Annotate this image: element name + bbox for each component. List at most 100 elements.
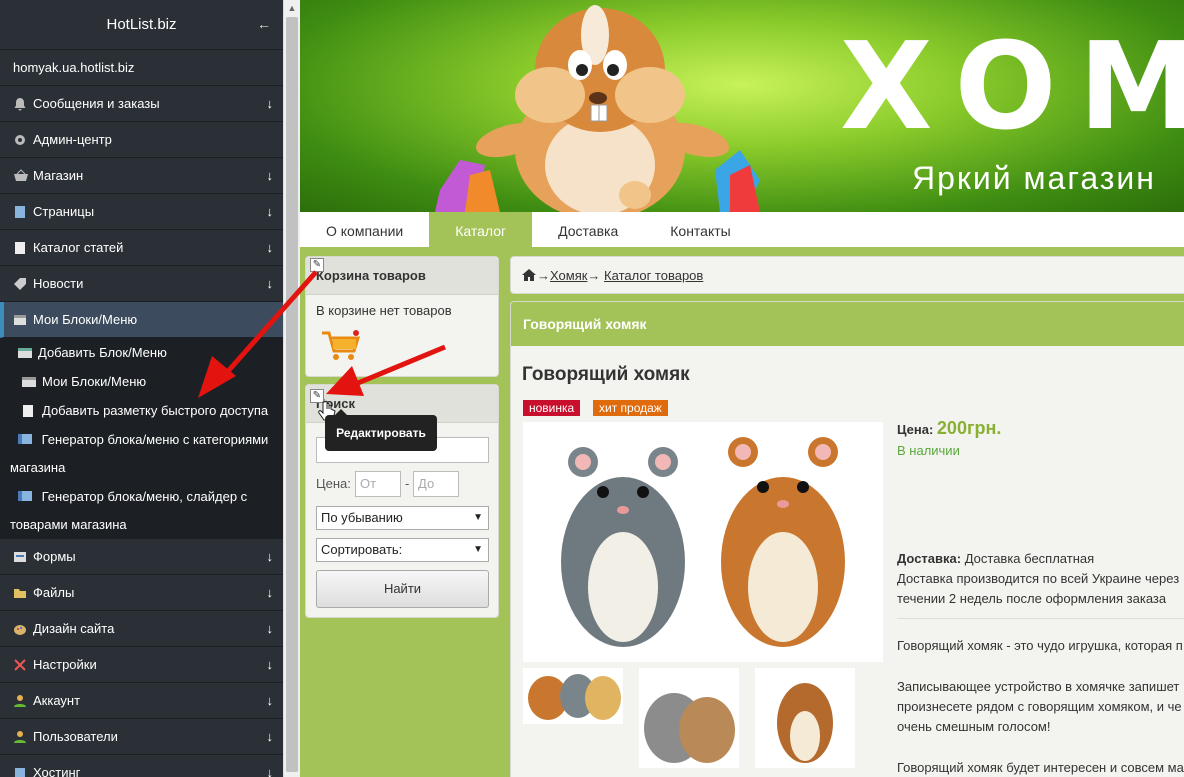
site-preview: ХОМ Яркий магазин О компании Каталог Дос…: [300, 0, 1184, 777]
expand-arrow-icon[interactable]: ↓: [267, 765, 274, 777]
nav-about[interactable]: О компании: [300, 212, 429, 250]
home-icon[interactable]: [521, 268, 537, 282]
expand-arrow-icon[interactable]: ↓: [267, 729, 274, 744]
sidebar-item-label: Хостинг: [33, 765, 81, 777]
sidebar-item-admin-center[interactable]: Админ-центр: [0, 122, 283, 158]
edit-pencil-icon[interactable]: ✎: [310, 258, 324, 272]
price-to-input[interactable]: До: [413, 471, 459, 497]
breadcrumb-catalog-link[interactable]: Каталог товаров: [604, 268, 703, 283]
breadcrumb-home-link[interactable]: Хомяк: [550, 268, 587, 283]
search-button[interactable]: Найти: [316, 570, 489, 608]
sidebar-item-pages[interactable]: Страницы ↓: [0, 194, 283, 230]
submenu-label: Генератор блока/меню с категориями магаз…: [10, 432, 269, 475]
hosting-icon: [13, 766, 29, 777]
sidebar-item-shop[interactable]: Магазин ↓: [0, 158, 283, 194]
bell-icon: [13, 97, 29, 111]
sidebar-item-messages[interactable]: Сообщения и заказы ↓: [0, 86, 283, 122]
product-panel: Говорящий хомяк Говорящий хомяк новинка …: [510, 301, 1184, 777]
basket-icon: [13, 168, 29, 183]
nav-catalog[interactable]: Каталог: [429, 212, 533, 250]
sidebar-item-label: Новости: [33, 276, 84, 291]
expand-arrow-icon[interactable]: ↓: [267, 549, 274, 564]
site-banner: ХОМ Яркий магазин: [300, 0, 1184, 212]
product-price: Цена: 200грн.: [897, 418, 1001, 440]
sidebar-item-files[interactable]: Файлы ↓: [0, 575, 283, 611]
gear-icon: [13, 133, 29, 147]
expand-arrow-icon[interactable]: ↓: [267, 240, 274, 255]
sidebar-item-design[interactable]: Дизайн сайта ↓: [0, 611, 283, 647]
price-from-input[interactable]: От: [355, 471, 401, 497]
submenu-label: Мои Блоки/Меню: [42, 374, 147, 389]
chevron-down-icon: ▼: [473, 544, 483, 555]
sidebar-item-blocks[interactable]: Мои Блоки/Меню: [0, 302, 283, 338]
sidebar-item-label: Мои Блоки/Меню: [33, 312, 138, 327]
submenu-add-block[interactable]: Добавить Блок/Меню: [0, 338, 283, 367]
sidebar-item-articles[interactable]: Каталог статей ↓: [0, 230, 283, 266]
document-icon: [13, 241, 29, 255]
sidebar-item-label: Каталог статей: [33, 240, 124, 255]
product-thumbnail[interactable]: [755, 668, 855, 768]
submenu-label: Добавить разметку быстрого доступа: [42, 403, 269, 418]
product-thumbnail[interactable]: [639, 668, 739, 768]
sort-select-value: Сортировать:: [321, 542, 403, 557]
admin-sidebar: HotList.biz ← homyak.ua.hotlist.biz Сооб…: [0, 0, 283, 777]
delivery-text: Доставка производится по всей Украине че…: [897, 571, 1180, 586]
site-domain-link[interactable]: homyak.ua.hotlist.biz: [0, 50, 283, 86]
product-title: Говорящий хомяк: [522, 364, 690, 385]
collapse-sidebar-icon[interactable]: ←: [257, 16, 271, 32]
expand-arrow-icon[interactable]: ↓: [267, 96, 274, 111]
grid-icon: [18, 427, 32, 444]
chevron-down-icon: ▼: [473, 512, 483, 523]
nav-contacts[interactable]: Контакты: [644, 212, 756, 250]
sort-select[interactable]: Сортировать: ▼: [316, 538, 489, 562]
sidebar-item-account[interactable]: Аккаунт ↓: [0, 683, 283, 719]
expand-arrow-icon[interactable]: ↓: [267, 657, 274, 672]
cart-icon[interactable]: [320, 329, 362, 363]
submenu-slider-generator[interactable]: Генератор блока/меню, слайдер с товарами…: [0, 482, 283, 539]
sidebar-item-label: Сообщения и заказы: [33, 96, 160, 111]
breadcrumb: →Хомяк→ Каталог товаров: [510, 256, 1184, 294]
banner-slogan: Яркий магазин: [912, 160, 1156, 196]
expand-arrow-icon[interactable]: ↓: [267, 621, 274, 636]
product-main-image[interactable]: [523, 422, 883, 662]
sidebar-item-users[interactable]: Пользователи ↓: [0, 719, 283, 755]
description-text: очень смешным голосом!: [897, 719, 1051, 734]
expand-arrow-icon[interactable]: ↓: [267, 693, 274, 708]
product-thumbnail[interactable]: [523, 668, 623, 724]
divider: [897, 618, 1184, 619]
breadcrumb-separator: →: [537, 268, 550, 283]
scroll-up-icon[interactable]: ▲: [284, 0, 300, 16]
form-icon: [13, 550, 29, 564]
folder-icon: [13, 586, 29, 600]
sidebar-item-label: Дизайн сайта: [33, 621, 115, 636]
submenu-quick-access[interactable]: Добавить разметку быстрого доступа: [0, 396, 283, 425]
delivery-label: Доставка:: [897, 551, 962, 566]
submenu-label: Генератор блока/меню, слайдер с товарами…: [10, 489, 248, 532]
sidebar-item-settings[interactable]: Настройки ↓: [0, 647, 283, 683]
expand-arrow-icon[interactable]: ↓: [267, 204, 274, 219]
sidebar-scrollbar[interactable]: ▲: [283, 0, 300, 777]
delivery-value: Доставка бесплатная: [964, 551, 1095, 566]
document-icon: [22, 404, 36, 417]
breadcrumb-separator: →: [587, 268, 601, 283]
description-text: Говорящий хомяк будет интересен и совсем…: [897, 760, 1184, 775]
description-text: Говорящий хомяк - это чудо игрушка, кото…: [897, 638, 1183, 653]
sidebar-item-news[interactable]: Новости ↓: [0, 266, 283, 302]
order-select[interactable]: По убыванию ▼: [316, 506, 489, 530]
sidebar-item-forms[interactable]: Формы ↓: [0, 539, 283, 575]
price-dash: -: [405, 476, 410, 491]
scrollbar-thumb[interactable]: [286, 17, 298, 772]
edit-tooltip: Редактировать: [325, 409, 437, 451]
description-text: Записывающее устройство в хомячке запише…: [897, 679, 1180, 694]
product-panel-header: Говорящий хомяк: [511, 302, 1184, 346]
sidebar-item-hosting[interactable]: Хостинг ↓: [0, 755, 283, 777]
sidebar-title: HotList.biz: [106, 16, 177, 33]
expand-arrow-icon[interactable]: ↓: [267, 168, 274, 183]
expand-arrow-icon[interactable]: ↓: [267, 585, 274, 600]
expand-arrow-icon[interactable]: ↓: [267, 276, 274, 291]
nav-delivery[interactable]: Доставка: [532, 212, 644, 250]
submenu-my-blocks[interactable]: Мои Блоки/Меню: [0, 367, 283, 396]
users-icon: [13, 730, 29, 744]
submenu-category-generator[interactable]: Генератор блока/меню с категориями магаз…: [0, 425, 283, 482]
sidebar-item-label: Пользователи: [33, 729, 118, 744]
